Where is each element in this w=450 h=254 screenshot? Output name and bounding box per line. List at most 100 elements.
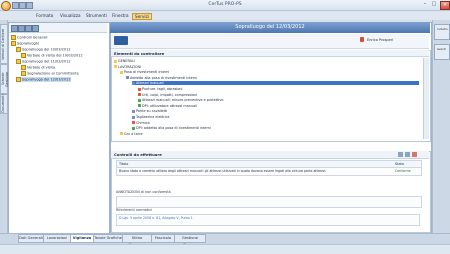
element-item[interactable]: Gru a torre xyxy=(120,132,143,136)
control-status: Conforme xyxy=(395,169,411,173)
redo-icon[interactable] xyxy=(26,2,33,9)
element-icon xyxy=(114,59,117,63)
element-icon xyxy=(138,104,141,108)
application-menu-button[interactable] xyxy=(1,1,11,11)
tree-item[interactable]: Verbale di visita del 10/03/2012 xyxy=(21,53,83,58)
print-icon[interactable] xyxy=(25,25,32,32)
element-icon xyxy=(138,93,141,97)
references-field[interactable]: D.Lgs. 9 aprile 2008 n. 81, Allegato V, … xyxy=(116,214,420,226)
menu-servizi[interactable]: Servizi xyxy=(132,13,152,20)
element-item[interactable]: Chimico xyxy=(132,121,150,125)
element-icon xyxy=(114,65,117,69)
element-label: DPI: addetto alla posa di rivestimenti i… xyxy=(136,126,211,131)
folder-icon xyxy=(11,41,16,46)
references-label: Riferimenti normativi xyxy=(116,208,152,212)
menu-visualizza[interactable]: Visualizza xyxy=(60,13,81,18)
add-control-icon[interactable] xyxy=(398,152,403,157)
edit-control-icon[interactable] xyxy=(405,152,410,157)
page-title: Sopralluogo del 12/03/2012 xyxy=(110,22,430,33)
controls-grid-row[interactable]: Buono stato e corretto utilizzo degli at… xyxy=(116,167,422,176)
element-item[interactable]: Posa di rivestimenti interni xyxy=(120,70,169,74)
element-label: Gru a torre xyxy=(124,131,143,136)
element-label: Ponte su cavalletti xyxy=(136,109,168,114)
back-button[interactable]: Indietro xyxy=(434,24,450,40)
tree-item[interactable]: Sopralluogo del 11/03/2012 xyxy=(16,59,71,64)
save-icon[interactable] xyxy=(12,2,19,9)
element-label: Tagliaerina elettrica xyxy=(136,115,170,119)
element-label: Addetto alla posa di rivestimenti intern… xyxy=(130,75,198,80)
element-item[interactable]: DPI: addetto alla posa di rivestimenti i… xyxy=(132,126,211,130)
element-item[interactable]: DPI: utilizzatore attrezzi manuali xyxy=(138,104,197,108)
tab-stima-sicurezza[interactable]: Stima Sicurezza xyxy=(122,234,152,247)
menu-formato[interactable]: Formato xyxy=(36,13,53,18)
element-item[interactable]: Urti, colpi, impatti, compressioni xyxy=(138,93,197,97)
element-label: Attrezzi manuali xyxy=(136,81,164,86)
tree-item[interactable]: Sopralluogo del 10/03/2012 xyxy=(16,47,71,52)
forward-label: Avanti xyxy=(437,47,446,51)
tab-lavorazioni[interactable]: Lavorazioni xyxy=(43,234,71,243)
element-item[interactable]: Ponte su cavalletti xyxy=(132,109,167,113)
element-item[interactable]: Addetto alla posa di rivestimenti intern… xyxy=(126,76,197,80)
element-label: Punture, tagli, abrasioni xyxy=(142,87,183,91)
element-item[interactable]: LAVORAZIONI xyxy=(114,65,141,69)
minimize-button[interactable]: – xyxy=(421,1,429,8)
folder-icon xyxy=(16,77,21,82)
tab-documenti[interactable]: Documenti xyxy=(0,94,8,114)
folder-icon xyxy=(16,47,21,52)
tree-item[interactable]: Segnalazione al Committente xyxy=(21,71,79,76)
tree-item-label: Sopralluogo del 10/03/2012 xyxy=(22,47,71,52)
tree-item-label: Verbale di visita del 10/03/2012 xyxy=(27,53,83,58)
tree-item-label: Verbale di visita xyxy=(27,65,55,70)
refresh-icon[interactable] xyxy=(32,25,39,32)
tab-gestione-stampe[interactable]: Gestione Stampe xyxy=(174,234,206,247)
tab-tavole-grafiche[interactable]: Tavole Grafiche xyxy=(93,234,123,243)
tree-item[interactable]: Sopralluogo del 12/03/2012 xyxy=(16,77,71,82)
element-icon xyxy=(120,70,123,74)
tab-schede[interactable]: Schede Gestione xyxy=(0,64,9,94)
tree-item-label: Segnalazione al Committente xyxy=(27,71,79,76)
element-label: Chimico xyxy=(136,120,150,125)
maximize-button[interactable]: □ xyxy=(430,1,438,8)
tree-item-label: Controlli Generali xyxy=(17,35,48,40)
tree-item-label: Sopralluoghi xyxy=(17,41,39,46)
annotations-label: ANNOTAZIONI di non conformità xyxy=(116,190,171,194)
folder-icon xyxy=(21,53,26,58)
close-button[interactable]: × xyxy=(440,1,450,10)
forward-button[interactable]: Avanti xyxy=(434,44,450,60)
tree-item[interactable]: Controlli Generali xyxy=(11,35,47,40)
folder-icon xyxy=(16,59,21,64)
elements-scrollbar[interactable] xyxy=(423,58,429,139)
tab-dati-generali[interactable]: Dati Generali xyxy=(18,234,44,243)
undo-icon[interactable] xyxy=(19,2,26,9)
menu-strumenti[interactable]: Strumenti xyxy=(86,13,107,18)
delete-item-icon[interactable] xyxy=(18,25,25,32)
element-label: Attrezzi manuali: misure preventive e pr… xyxy=(142,98,224,103)
tab-vigilanza[interactable]: Vigilanza xyxy=(70,234,94,243)
element-item[interactable]: GENERALI xyxy=(114,59,135,63)
element-icon xyxy=(132,81,135,85)
new-item-icon[interactable] xyxy=(11,25,18,32)
element-icon xyxy=(132,109,135,113)
element-icon xyxy=(132,121,135,125)
element-icon xyxy=(120,132,123,136)
folder-icon xyxy=(21,71,26,76)
element-icon xyxy=(138,98,141,102)
delete-control-icon[interactable] xyxy=(412,152,417,157)
app-logo xyxy=(114,36,128,45)
menu-finestra[interactable]: Finestra xyxy=(112,13,129,18)
folder-icon xyxy=(21,65,26,70)
person-name[interactable]: Enrico Prosperi xyxy=(367,38,393,42)
element-item[interactable]: Tagliaerina elettrica xyxy=(132,115,169,119)
element-item[interactable]: Attrezzi manuali xyxy=(132,81,419,86)
window-title: CerTus PRO-PS xyxy=(208,2,242,7)
annotations-field[interactable] xyxy=(116,196,422,208)
element-item[interactable]: Punture, tagli, abrasioni xyxy=(138,87,183,91)
controls-header: Controlli da effettuare xyxy=(111,151,429,159)
tab-verbali[interactable]: Verbali di Cantiere xyxy=(0,24,8,64)
tree-item[interactable]: Sopralluoghi xyxy=(11,41,39,46)
person-icon xyxy=(360,37,364,42)
element-item[interactable]: Attrezzi manuali: misure preventive e pr… xyxy=(138,98,223,102)
tab-fascicolo[interactable]: Fascicolo xyxy=(151,234,175,243)
control-title: Buono stato e corretto utilizzo degli at… xyxy=(119,169,327,173)
tree-item[interactable]: Verbale di visita xyxy=(21,65,55,70)
